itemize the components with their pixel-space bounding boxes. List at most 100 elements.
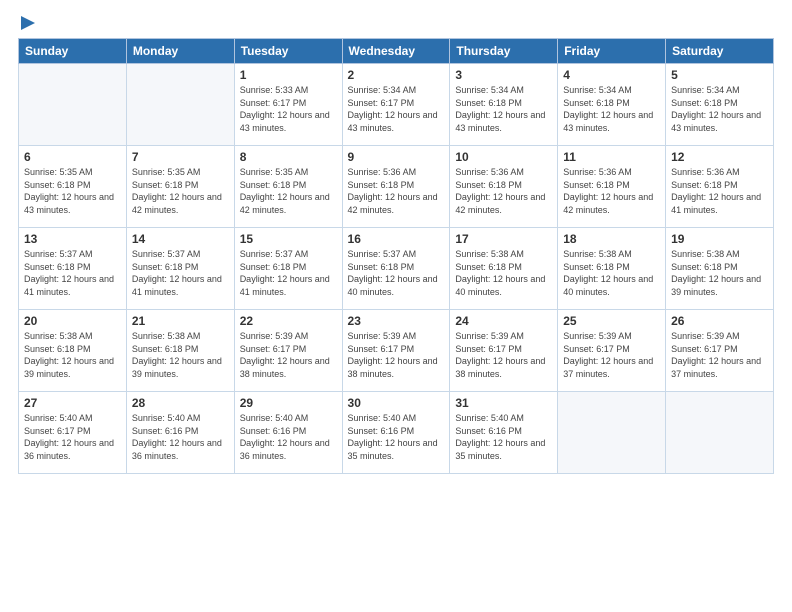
page: SundayMondayTuesdayWednesdayThursdayFrid… (0, 0, 792, 612)
day-cell (126, 64, 234, 146)
calendar-table: SundayMondayTuesdayWednesdayThursdayFrid… (18, 38, 774, 474)
day-cell: 28 Sunrise: 5:40 AM Sunset: 6:16 PM Dayli… (126, 392, 234, 474)
logo-arrow-icon (19, 14, 37, 32)
day-number: 6 (24, 150, 121, 164)
day-info: Sunrise: 5:35 AM Sunset: 6:18 PM Dayligh… (24, 166, 121, 216)
col-header-tuesday: Tuesday (234, 39, 342, 64)
day-info: Sunrise: 5:37 AM Sunset: 6:18 PM Dayligh… (24, 248, 121, 298)
col-header-saturday: Saturday (666, 39, 774, 64)
day-info: Sunrise: 5:40 AM Sunset: 6:17 PM Dayligh… (24, 412, 121, 462)
day-number: 23 (348, 314, 445, 328)
day-number: 28 (132, 396, 229, 410)
day-info: Sunrise: 5:37 AM Sunset: 6:18 PM Dayligh… (240, 248, 337, 298)
day-cell: 31 Sunrise: 5:40 AM Sunset: 6:16 PM Dayli… (450, 392, 558, 474)
day-number: 30 (348, 396, 445, 410)
day-cell: 16 Sunrise: 5:37 AM Sunset: 6:18 PM Dayli… (342, 228, 450, 310)
day-info: Sunrise: 5:34 AM Sunset: 6:17 PM Dayligh… (348, 84, 445, 134)
day-number: 27 (24, 396, 121, 410)
week-row-1: 1Sunrise: 5:33 AM Sunset: 6:17 PM Daylig… (19, 64, 774, 146)
day-number: 17 (455, 232, 552, 246)
day-cell: 8Sunrise: 5:35 AM Sunset: 6:18 PM Daylig… (234, 146, 342, 228)
day-cell: 27 Sunrise: 5:40 AM Sunset: 6:17 PM Dayli… (19, 392, 127, 474)
day-number: 22 (240, 314, 337, 328)
day-cell: 6 Sunrise: 5:35 AM Sunset: 6:18 PM Daylig… (19, 146, 127, 228)
day-number: 24 (455, 314, 552, 328)
week-row-5: 27 Sunrise: 5:40 AM Sunset: 6:17 PM Dayli… (19, 392, 774, 474)
day-cell: 7 Sunrise: 5:35 AM Sunset: 6:18 PM Daylig… (126, 146, 234, 228)
day-cell: 17 Sunrise: 5:38 AM Sunset: 6:18 PM Dayli… (450, 228, 558, 310)
logo (18, 10, 36, 32)
day-number: 3 (455, 68, 552, 82)
day-cell: 18 Sunrise: 5:38 AM Sunset: 6:18 PM Dayli… (558, 228, 666, 310)
day-info: Sunrise: 5:39 AM Sunset: 6:17 PM Dayligh… (348, 330, 445, 380)
day-info: Sunrise: 5:38 AM Sunset: 6:18 PM Dayligh… (24, 330, 121, 380)
day-number: 10 (455, 150, 552, 164)
day-info: Sunrise: 5:34 AM Sunset: 6:18 PM Dayligh… (671, 84, 768, 134)
calendar-header-row: SundayMondayTuesdayWednesdayThursdayFrid… (19, 39, 774, 64)
day-cell: 21Sunrise: 5:38 AM Sunset: 6:18 PM Dayli… (126, 310, 234, 392)
day-number: 15 (240, 232, 337, 246)
day-info: Sunrise: 5:38 AM Sunset: 6:18 PM Dayligh… (455, 248, 552, 298)
day-cell: 30 Sunrise: 5:40 AM Sunset: 6:16 PM Dayli… (342, 392, 450, 474)
day-info: Sunrise: 5:36 AM Sunset: 6:18 PM Dayligh… (348, 166, 445, 216)
day-cell: 22Sunrise: 5:39 AM Sunset: 6:17 PM Dayli… (234, 310, 342, 392)
day-cell: 5Sunrise: 5:34 AM Sunset: 6:18 PM Daylig… (666, 64, 774, 146)
day-info: Sunrise: 5:38 AM Sunset: 6:18 PM Dayligh… (132, 330, 229, 380)
day-cell: 26 Sunrise: 5:39 AM Sunset: 6:17 PM Dayli… (666, 310, 774, 392)
day-info: Sunrise: 5:40 AM Sunset: 6:16 PM Dayligh… (132, 412, 229, 462)
day-info: Sunrise: 5:37 AM Sunset: 6:18 PM Dayligh… (132, 248, 229, 298)
day-cell: 4 Sunrise: 5:34 AM Sunset: 6:18 PM Daylig… (558, 64, 666, 146)
day-cell: 29 Sunrise: 5:40 AM Sunset: 6:16 PM Dayli… (234, 392, 342, 474)
day-number: 29 (240, 396, 337, 410)
day-number: 20 (24, 314, 121, 328)
day-info: Sunrise: 5:36 AM Sunset: 6:18 PM Dayligh… (671, 166, 768, 216)
day-info: Sunrise: 5:35 AM Sunset: 6:18 PM Dayligh… (240, 166, 337, 216)
header (18, 10, 774, 32)
day-number: 13 (24, 232, 121, 246)
day-cell (558, 392, 666, 474)
day-number: 26 (671, 314, 768, 328)
day-cell: 24 Sunrise: 5:39 AM Sunset: 6:17 PM Dayli… (450, 310, 558, 392)
day-number: 12 (671, 150, 768, 164)
day-number: 18 (563, 232, 660, 246)
day-cell: 2 Sunrise: 5:34 AM Sunset: 6:17 PM Daylig… (342, 64, 450, 146)
day-number: 4 (563, 68, 660, 82)
col-header-thursday: Thursday (450, 39, 558, 64)
day-number: 14 (132, 232, 229, 246)
day-number: 7 (132, 150, 229, 164)
day-number: 19 (671, 232, 768, 246)
day-info: Sunrise: 5:39 AM Sunset: 6:17 PM Dayligh… (563, 330, 660, 380)
day-cell (19, 64, 127, 146)
col-header-friday: Friday (558, 39, 666, 64)
day-info: Sunrise: 5:39 AM Sunset: 6:17 PM Dayligh… (671, 330, 768, 380)
day-cell: 3Sunrise: 5:34 AM Sunset: 6:18 PM Daylig… (450, 64, 558, 146)
day-cell: 14 Sunrise: 5:37 AM Sunset: 6:18 PM Dayli… (126, 228, 234, 310)
day-cell: 9Sunrise: 5:36 AM Sunset: 6:18 PM Daylig… (342, 146, 450, 228)
day-info: Sunrise: 5:38 AM Sunset: 6:18 PM Dayligh… (671, 248, 768, 298)
day-cell: 23 Sunrise: 5:39 AM Sunset: 6:17 PM Dayli… (342, 310, 450, 392)
day-info: Sunrise: 5:35 AM Sunset: 6:18 PM Dayligh… (132, 166, 229, 216)
week-row-2: 6 Sunrise: 5:35 AM Sunset: 6:18 PM Daylig… (19, 146, 774, 228)
day-number: 2 (348, 68, 445, 82)
day-info: Sunrise: 5:36 AM Sunset: 6:18 PM Dayligh… (455, 166, 552, 216)
day-cell: 19 Sunrise: 5:38 AM Sunset: 6:18 PM Dayli… (666, 228, 774, 310)
day-info: Sunrise: 5:34 AM Sunset: 6:18 PM Dayligh… (563, 84, 660, 134)
day-number: 31 (455, 396, 552, 410)
day-number: 1 (240, 68, 337, 82)
day-number: 25 (563, 314, 660, 328)
day-info: Sunrise: 5:38 AM Sunset: 6:18 PM Dayligh… (563, 248, 660, 298)
col-header-wednesday: Wednesday (342, 39, 450, 64)
day-info: Sunrise: 5:36 AM Sunset: 6:18 PM Dayligh… (563, 166, 660, 216)
day-cell: 12 Sunrise: 5:36 AM Sunset: 6:18 PM Dayli… (666, 146, 774, 228)
day-cell: 20 Sunrise: 5:38 AM Sunset: 6:18 PM Dayli… (19, 310, 127, 392)
day-cell: 10 Sunrise: 5:36 AM Sunset: 6:18 PM Dayli… (450, 146, 558, 228)
day-info: Sunrise: 5:39 AM Sunset: 6:17 PM Dayligh… (455, 330, 552, 380)
day-info: Sunrise: 5:40 AM Sunset: 6:16 PM Dayligh… (240, 412, 337, 462)
day-info: Sunrise: 5:37 AM Sunset: 6:18 PM Dayligh… (348, 248, 445, 298)
day-number: 16 (348, 232, 445, 246)
day-cell (666, 392, 774, 474)
day-cell: 1Sunrise: 5:33 AM Sunset: 6:17 PM Daylig… (234, 64, 342, 146)
day-info: Sunrise: 5:40 AM Sunset: 6:16 PM Dayligh… (348, 412, 445, 462)
day-info: Sunrise: 5:40 AM Sunset: 6:16 PM Dayligh… (455, 412, 552, 462)
day-cell: 25 Sunrise: 5:39 AM Sunset: 6:17 PM Dayli… (558, 310, 666, 392)
